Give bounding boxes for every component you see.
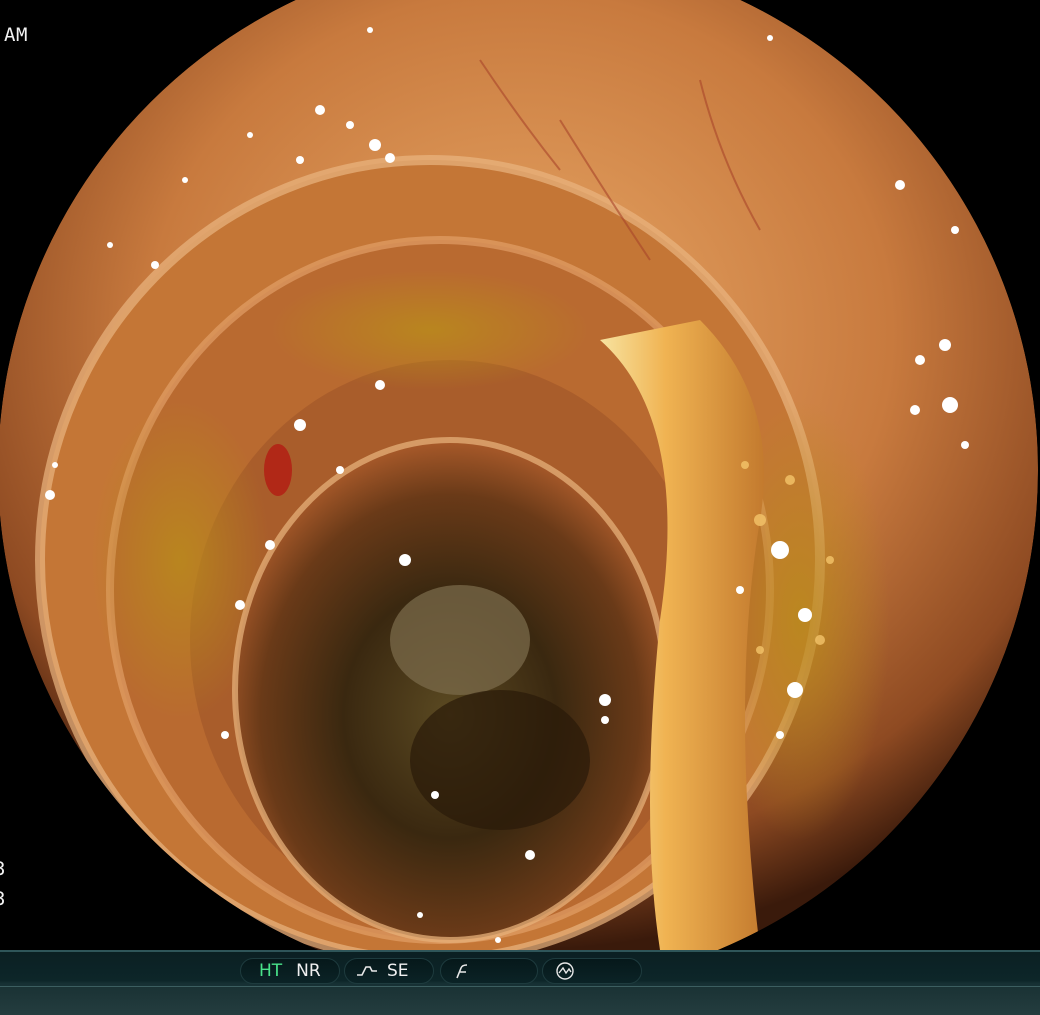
structure-enhance-icon: [451, 961, 475, 981]
side-readout-a: 3: [0, 858, 6, 880]
status-bar: HT NR SE: [0, 950, 1040, 1015]
contrast-curve-icon: [355, 961, 379, 981]
bile-patch-top: [270, 270, 590, 390]
status-pill-color: [542, 958, 642, 984]
lumen-debris: [390, 585, 530, 695]
ht-indicator: HT: [259, 961, 283, 981]
status-pill-se: SE: [344, 958, 434, 984]
red-spot: [264, 444, 292, 496]
status-pill-structure: [440, 958, 538, 984]
endoscope-viewport: AM 3 3: [0, 0, 1040, 950]
status-bar-lower: [0, 986, 1040, 1015]
status-pill-ht-nr: HT NR: [240, 958, 340, 984]
endoscopic-image: [0, 0, 1040, 950]
side-readout-b: 3: [0, 888, 6, 910]
se-indicator: SE: [387, 961, 409, 981]
color-mode-icon: [553, 961, 577, 981]
time-label: AM: [4, 24, 28, 46]
nr-indicator: NR: [296, 961, 321, 981]
